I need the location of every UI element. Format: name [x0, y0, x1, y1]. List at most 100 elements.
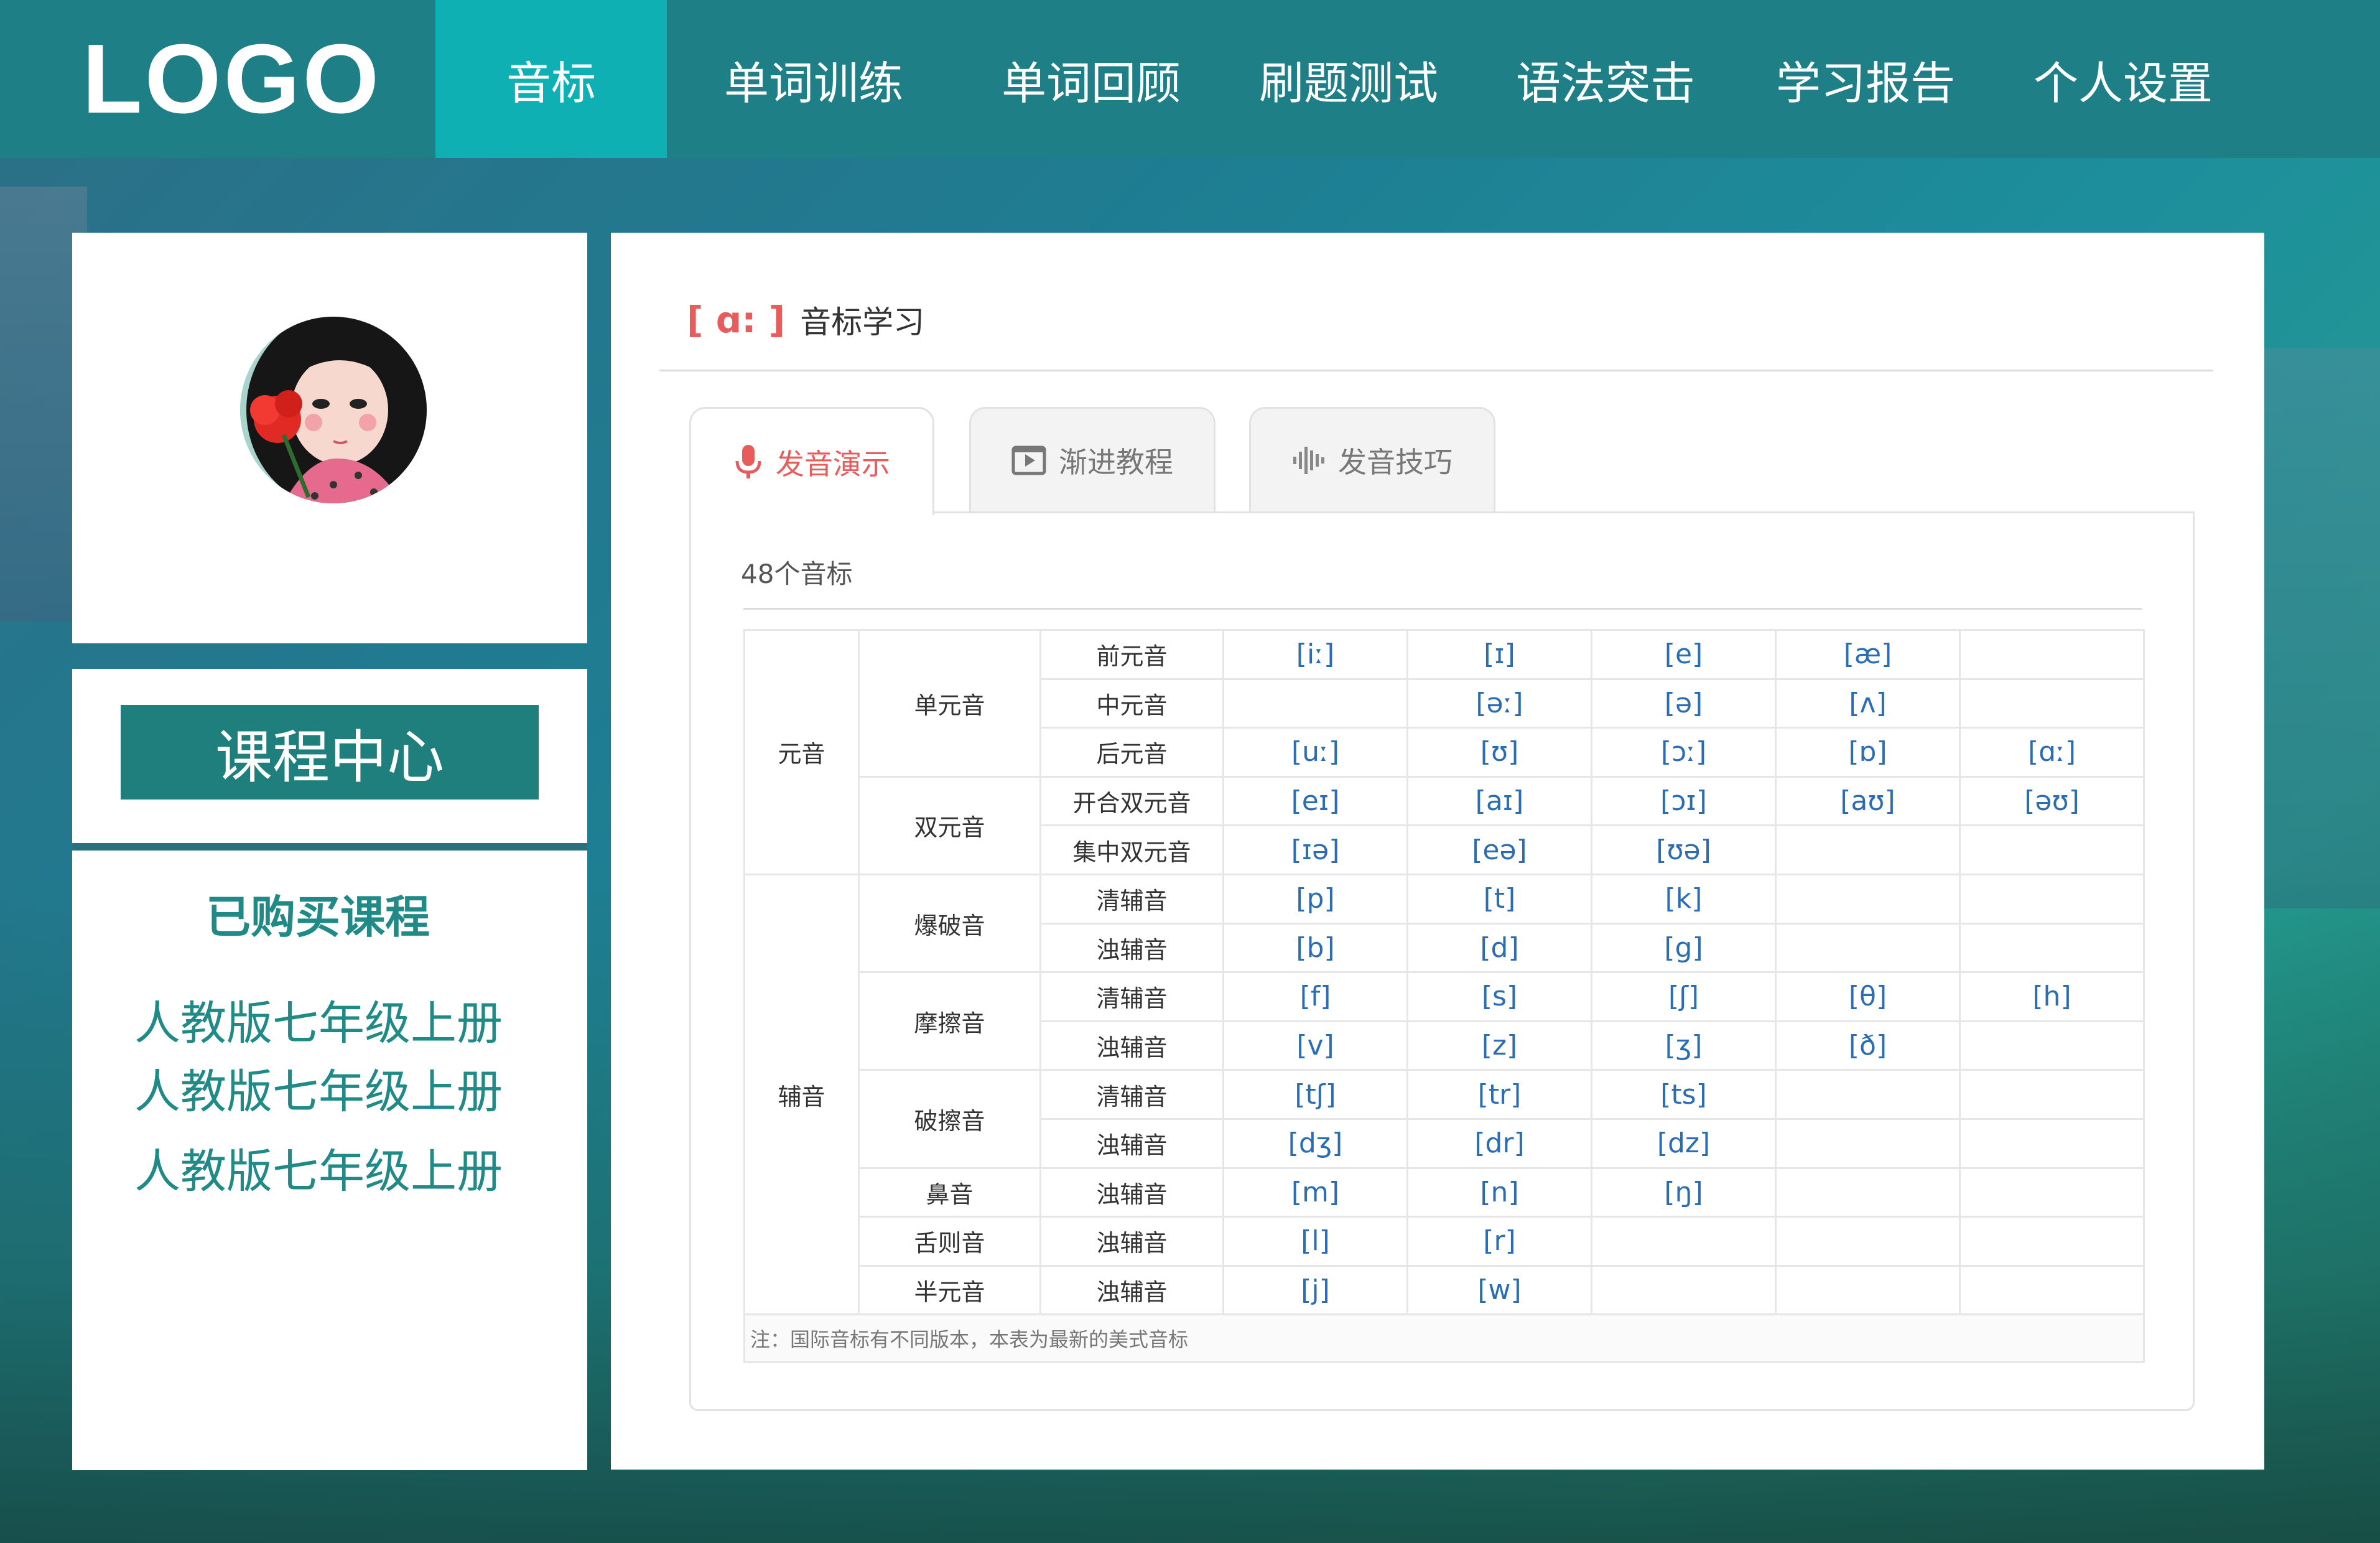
empty-cell	[1959, 1167, 2145, 1218]
phonetic-symbol-cell[interactable]: [əː]	[1406, 678, 1592, 729]
phonetic-symbol-cell[interactable]: [ɪ]	[1406, 629, 1592, 680]
phonetic-symbol-cell[interactable]: [h]	[1959, 971, 2145, 1022]
phonetic-symbol-cell[interactable]: [ts]	[1591, 1069, 1777, 1120]
section-header: [ ɑ: ] 音标学习	[687, 295, 924, 345]
phonetic-symbol-cell[interactable]: [l]	[1222, 1216, 1408, 1267]
phonetic-symbol-cell[interactable]: [dr]	[1406, 1117, 1592, 1169]
nav-item-personal-settings[interactable]: 个人设置	[1996, 0, 2251, 158]
phonetic-symbol-cell[interactable]: [iː]	[1222, 629, 1408, 680]
subtype-cell: 清辅音	[1039, 873, 1224, 925]
tab-pronunciation-demo[interactable]: 发音演示	[689, 407, 934, 515]
phonetic-symbol-cell[interactable]: [w]	[1406, 1264, 1592, 1316]
subtype-cell: 清辅音	[1039, 971, 1224, 1022]
group-cell: 摩擦音	[858, 971, 1041, 1071]
group-cell: 爆破音	[858, 873, 1041, 974]
logo[interactable]: LOGO	[82, 25, 381, 134]
phonetic-symbol-cell[interactable]: [ŋ]	[1591, 1167, 1777, 1218]
table-row: 辅音 爆破音 清辅音 [p] [t] [k]	[743, 873, 2145, 1316]
table-row: 双元音 开合双元音 [eɪ] [aɪ] [ɔɪ] [aʊ] [əʊ]	[745, 775, 2145, 875]
nav-item-study-report[interactable]: 学习报告	[1736, 0, 1996, 158]
phonetic-symbol-cell[interactable]: [n]	[1406, 1167, 1592, 1218]
table-row: 元音 单元音 前元音 [iː] [ɪ] [e] [æ]	[743, 629, 2145, 875]
phonetic-symbol-cell[interactable]: [ɪə]	[1222, 824, 1408, 875]
phonetic-symbol-cell[interactable]: [ʃ]	[1591, 971, 1777, 1022]
phonetic-symbol-cell[interactable]: [ʒ]	[1591, 1020, 1777, 1071]
phonetic-symbol-cell[interactable]: [ɒ]	[1775, 727, 1961, 778]
phonetic-table: 元音 单元音 前元音 [iː] [ɪ] [e] [æ] 中元音 [əː] [ə] [ʌ] 后元音 [uː…	[743, 629, 2145, 1364]
tab-pronunciation-tips[interactable]: 发音技巧	[1249, 407, 1495, 511]
phonetic-symbol-cell[interactable]: [eɪ]	[1222, 775, 1408, 827]
phonetic-symbol-cell[interactable]: [ʌ]	[1775, 678, 1961, 729]
phonetic-symbol-cell[interactable]: [b]	[1222, 922, 1408, 974]
phonetic-symbol-cell[interactable]: [dʒ]	[1222, 1117, 1408, 1169]
phonetic-symbol-cell[interactable]: [v]	[1222, 1020, 1408, 1071]
group-cell: 单元音	[858, 629, 1041, 778]
top-navigation-bar: LOGO 音标 单词训练 单词回顾 刷题测试 语法突击 学习报告 个人设置	[0, 0, 2380, 158]
phonetic-symbol-cell[interactable]: [ɔː]	[1591, 727, 1777, 778]
phonetic-count-label: 48个音标	[741, 559, 853, 589]
course-center-button[interactable]: 课程中心	[121, 705, 539, 799]
phonetic-symbol-cell[interactable]: [tʃ]	[1222, 1069, 1408, 1120]
nav-item-word-training[interactable]: 单词训练	[667, 0, 960, 158]
phonetic-symbol-cell[interactable]: [dz]	[1591, 1117, 1777, 1169]
phonetic-symbol-cell[interactable]: [k]	[1591, 873, 1777, 925]
phonetic-symbol-cell[interactable]: [ə]	[1591, 678, 1777, 729]
group-cell: 半元音	[858, 1264, 1041, 1316]
empty-cell	[1959, 824, 2145, 875]
empty-cell	[1959, 873, 2145, 925]
phonetic-symbol-cell[interactable]: [z]	[1406, 1020, 1592, 1071]
tab-content: 48个音标 元音 单元音 前元音 [iː] [ɪ] [e] [æ] 中元音 [əː] [ə] [ʌ]…	[689, 511, 2195, 1411]
subtype-cell: 浊辅音	[1039, 1264, 1224, 1316]
nav-item-grammar[interactable]: 语法突击	[1476, 0, 1736, 158]
category-cell: 元音	[743, 629, 860, 875]
phonetic-symbol-cell[interactable]: [g]	[1591, 922, 1777, 974]
soundwave-icon	[1292, 445, 1326, 475]
subtype-cell: 浊辅音	[1039, 1167, 1224, 1218]
subtype-cell: 浊辅音	[1039, 922, 1224, 974]
phonetic-symbol-cell[interactable]: [d]	[1406, 922, 1592, 974]
main-nav: 音标 单词训练 单词回顾 刷题测试 语法突击 学习报告 个人设置	[435, 0, 2251, 158]
phonetic-symbol-cell[interactable]: [r]	[1406, 1216, 1592, 1267]
phonetic-symbol-cell[interactable]: [t]	[1406, 873, 1592, 925]
tab-progressive-tutorial[interactable]: 渐进教程	[969, 407, 1216, 511]
phonetic-symbol-cell[interactable]: [əʊ]	[1959, 775, 2145, 827]
subtype-cell: 浊辅音	[1039, 1020, 1224, 1071]
phonetic-symbol-cell[interactable]: [j]	[1222, 1264, 1408, 1316]
avatar[interactable]	[240, 317, 427, 503]
phonetic-symbol-cell[interactable]: [s]	[1406, 971, 1592, 1022]
course-link[interactable]: 人教版七年级上册	[134, 1055, 503, 1121]
divider	[659, 370, 2213, 371]
subtype-cell: 前元音	[1039, 629, 1224, 680]
empty-cell	[1959, 629, 2145, 680]
empty-cell	[1959, 922, 2145, 974]
phonetic-symbol-cell[interactable]: [e]	[1591, 629, 1777, 680]
phonetic-symbol-cell[interactable]: [m]	[1222, 1167, 1408, 1218]
phonetic-symbol-cell[interactable]: [aɪ]	[1406, 775, 1592, 827]
table-row: 破擦音 清辅音 [tʃ] [tr] [ts]	[745, 1069, 2145, 1169]
phonetic-symbol-cell[interactable]: [æ]	[1775, 629, 1961, 680]
table-row: 鼻音 浊辅音 [m] [n] [ŋ]	[745, 1167, 2145, 1218]
course-link[interactable]: 人教版七年级上册	[134, 1134, 503, 1201]
empty-cell	[1222, 678, 1408, 729]
phonetic-symbol-cell[interactable]: [ɔɪ]	[1591, 775, 1777, 827]
nav-item-phonetics[interactable]: 音标	[435, 0, 667, 158]
phonetic-symbol-cell[interactable]: [ð]	[1775, 1020, 1961, 1071]
phonetic-symbol-cell[interactable]: [ʊə]	[1591, 824, 1777, 875]
phonetic-symbol-cell[interactable]: [aʊ]	[1775, 775, 1961, 827]
subtype-cell: 浊辅音	[1039, 1117, 1224, 1169]
nav-item-quiz[interactable]: 刷题测试	[1222, 0, 1476, 158]
course-link[interactable]: 人教版七年级上册	[134, 986, 503, 1053]
phonetic-symbol-cell[interactable]: [eə]	[1406, 824, 1592, 875]
nav-item-word-review[interactable]: 单词回顾	[960, 0, 1222, 158]
phonetic-symbol-cell[interactable]: [p]	[1222, 873, 1408, 925]
phonetic-symbol-cell[interactable]: [ʊ]	[1406, 727, 1592, 778]
phonetic-symbol-cell[interactable]: [tr]	[1406, 1069, 1592, 1120]
phonetic-symbol-cell[interactable]: [ɑː]	[1959, 727, 2145, 778]
category-cell: 辅音	[743, 873, 860, 1316]
tab-label: 发音演示	[776, 447, 890, 481]
phonetic-symbol-cell[interactable]: [θ]	[1775, 971, 1961, 1022]
table-note: 注：国际音标有不同版本，本表为最新的美式音标	[743, 1313, 2145, 1364]
phonetic-symbol-cell[interactable]: [f]	[1222, 971, 1408, 1022]
phonetic-symbol-cell[interactable]: [uː]	[1222, 727, 1408, 778]
empty-cell	[1959, 1020, 2145, 1071]
